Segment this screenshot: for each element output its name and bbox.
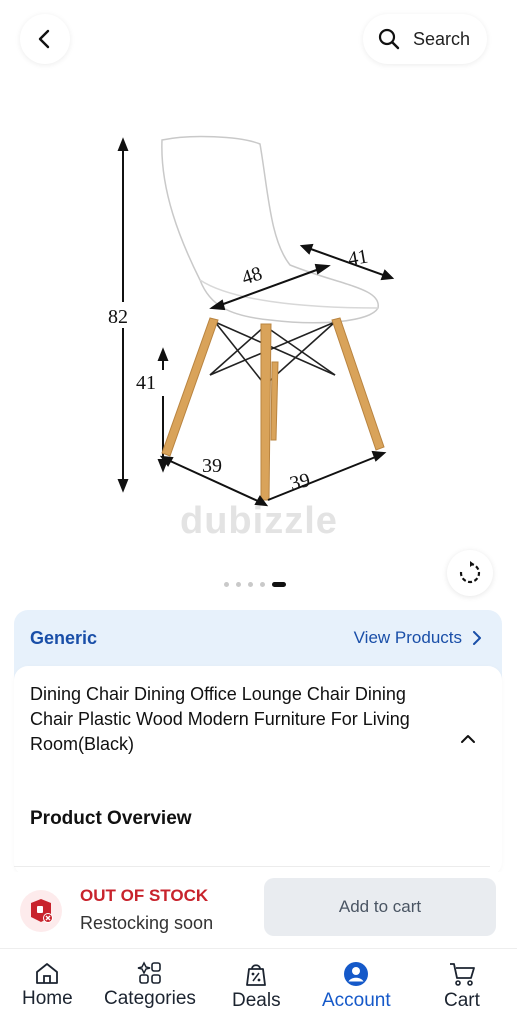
tab-deals[interactable]: Deals bbox=[232, 961, 281, 1012]
pagination-dot[interactable] bbox=[224, 582, 229, 587]
tab-account[interactable]: Account bbox=[322, 961, 391, 1012]
top-bar: Search bbox=[0, 0, 517, 80]
tab-home[interactable]: Home bbox=[22, 961, 73, 1010]
product-overview-heading[interactable]: Product Overview bbox=[30, 808, 192, 830]
pagination-dot[interactable] bbox=[236, 582, 241, 587]
chair-shell bbox=[161, 135, 379, 324]
tab-label: Categories bbox=[104, 988, 196, 1009]
chevron-up-icon[interactable] bbox=[460, 734, 476, 744]
product-gallery[interactable]: 82 41 48 41 39 39 dubizzle bbox=[0, 80, 517, 610]
dim-base-right: 39 bbox=[288, 469, 313, 495]
brand-name[interactable]: Generic bbox=[30, 628, 97, 649]
bottom-tab-bar: Home Categories Deals Account Cart bbox=[0, 948, 517, 1024]
tab-label: Home bbox=[22, 988, 73, 1009]
view-products-link[interactable]: View Products bbox=[354, 628, 482, 648]
chevron-left-icon bbox=[38, 29, 50, 49]
account-icon bbox=[344, 962, 369, 986]
stock-subtext: Restocking soon bbox=[80, 913, 214, 933]
product-title: Dining Chair Dining Office Lounge Chair … bbox=[30, 684, 410, 754]
categories-icon bbox=[137, 961, 161, 984]
product-image: 82 41 48 41 39 39 bbox=[108, 135, 395, 507]
dim-seat-height: 41 bbox=[136, 372, 156, 394]
dim-base-left: 39 bbox=[202, 455, 222, 477]
tab-cart[interactable]: Cart bbox=[444, 961, 480, 1012]
tab-label: Account bbox=[322, 990, 391, 1011]
dim-seat-depth: 41 bbox=[346, 245, 370, 270]
tab-categories[interactable]: Categories bbox=[104, 961, 196, 1010]
cart-icon bbox=[449, 963, 475, 986]
purchase-bar: OUT OF STOCK Restocking soon Add to cart bbox=[0, 872, 517, 948]
pagination-dot[interactable] bbox=[248, 582, 253, 587]
search-icon bbox=[378, 28, 400, 50]
watermark: dubizzle bbox=[180, 500, 338, 542]
pagination-dot-active[interactable] bbox=[272, 582, 286, 587]
stock-status: OUT OF STOCK bbox=[80, 886, 209, 905]
add-to-cart-button[interactable]: Add to cart bbox=[264, 878, 496, 936]
gallery-pagination bbox=[224, 582, 286, 587]
view-products-label: View Products bbox=[353, 628, 462, 647]
pagination-dot[interactable] bbox=[260, 582, 265, 587]
rotate-icon bbox=[459, 561, 481, 584]
search-button[interactable]: Search bbox=[363, 14, 487, 64]
tab-label: Cart bbox=[444, 990, 480, 1011]
deals-icon bbox=[246, 964, 267, 986]
divider bbox=[14, 866, 490, 867]
dim-height-total: 82 bbox=[108, 306, 128, 328]
tab-label: Deals bbox=[232, 990, 281, 1011]
back-button[interactable] bbox=[20, 14, 70, 64]
rotate-360-button[interactable] bbox=[447, 550, 493, 596]
chevron-right-icon bbox=[473, 631, 481, 645]
product-info-card: Dining Chair Dining Office Lounge Chair … bbox=[14, 666, 502, 876]
search-label: Search bbox=[413, 28, 471, 49]
home-icon bbox=[36, 963, 59, 984]
out-of-stock-icon bbox=[20, 890, 62, 932]
